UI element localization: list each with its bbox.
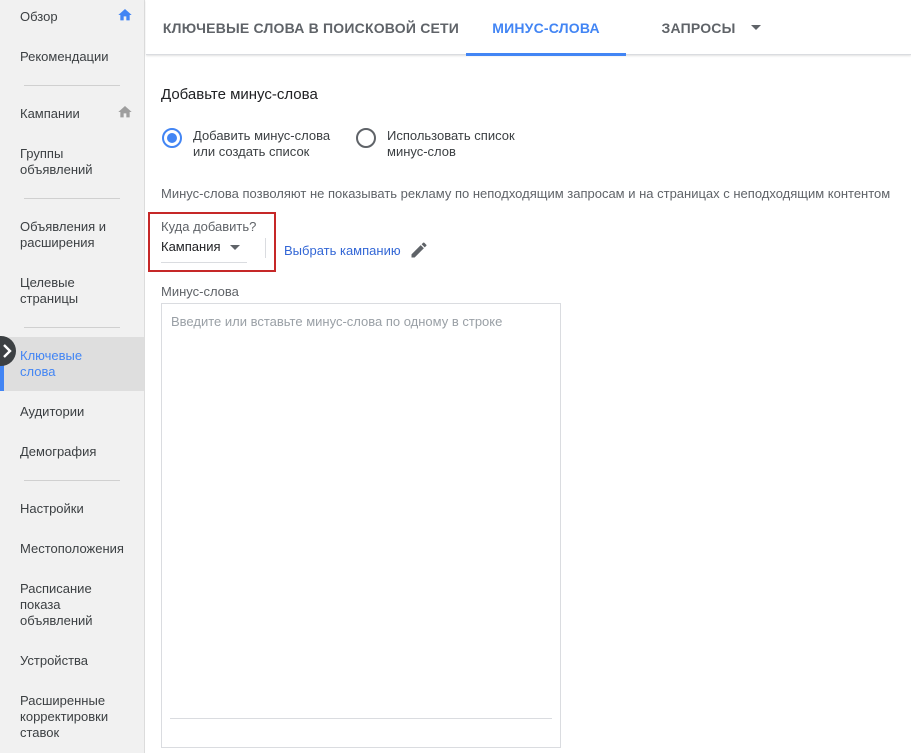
radio-label: Добавить минус-слова или создать список <box>193 128 331 159</box>
sidebar-divider <box>24 198 120 199</box>
sidebar-item-audiences[interactable]: Аудитории <box>0 404 144 420</box>
caret-down-icon <box>230 245 240 250</box>
sidebar-item-label: Расширенные корректировки ставок <box>20 693 109 740</box>
sidebar-item-settings[interactable]: Настройки <box>0 501 144 517</box>
tab-bar: КЛЮЧЕВЫЕ СЛОВА В ПОИСКОВОЙ СЕТИ МИНУС-СЛ… <box>146 0 911 56</box>
negative-keywords-hint: Минус-слова позволяют не показывать рекл… <box>161 186 891 201</box>
edit-pencil-icon[interactable] <box>409 240 429 260</box>
radio-label: Использовать список минус-слов <box>387 128 515 159</box>
sidebar-item-demographics[interactable]: Демография <box>0 444 144 460</box>
sidebar-item-label: Местоположения <box>20 541 124 556</box>
sidebar-item-label: Объявления и расширения <box>20 219 107 250</box>
divider <box>265 238 266 258</box>
sidebar-item-label: Настройки <box>20 501 84 516</box>
tab-label: ЗАПРОСЫ <box>661 19 736 36</box>
radio-use-negative-list[interactable]: Использовать список минус-слов <box>356 128 537 160</box>
radio-add-negative-keywords[interactable]: Добавить минус-слова или создать список <box>162 128 343 160</box>
where-to-add-select[interactable]: Кампания <box>161 239 247 263</box>
chevron-right-icon <box>3 344 12 358</box>
sidebar-item-overview[interactable]: Обзор <box>0 9 144 25</box>
radio-unchecked-icon <box>356 128 376 148</box>
sidebar-item-label: Ключевые слова <box>20 348 83 379</box>
sidebar-item-keywords[interactable]: Ключевые слова <box>0 337 144 391</box>
sidebar-item-label: Обзор <box>20 9 58 24</box>
page-title: Добавьте минус-слова <box>161 86 318 103</box>
tab-label: КЛЮЧЕВЫЕ СЛОВА В ПОИСКОВОЙ СЕТИ <box>162 19 460 36</box>
sidebar-item-recommendations[interactable]: Рекомендации <box>0 49 144 65</box>
home-icon <box>118 9 132 21</box>
sidebar-item-label: Аудитории <box>20 404 85 419</box>
sidebar: Обзор Рекомендации Кампании Группы объяв… <box>0 0 145 753</box>
sidebar-item-ad-groups[interactable]: Группы объявлений <box>0 146 120 178</box>
negative-keywords-label: Минус-слова <box>161 284 239 299</box>
sidebar-item-advanced-bid-adjustments[interactable]: Расширенные корректировки ставок <box>0 693 120 741</box>
sidebar-item-label: Целевые страницы <box>20 275 79 306</box>
sidebar-divider <box>24 480 120 481</box>
sidebar-item-label: Расписание показа объявлений <box>20 581 93 628</box>
sidebar-item-landing-pages[interactable]: Целевые страницы <box>0 275 110 307</box>
sidebar-item-label: Группы объявлений <box>20 146 93 177</box>
sidebar-item-label: Демография <box>20 444 97 459</box>
tab-negative-keywords[interactable]: МИНУС-СЛОВА <box>466 0 626 56</box>
radio-checked-icon <box>162 128 182 148</box>
caret-down-icon <box>750 25 761 30</box>
tab-search-keywords[interactable]: КЛЮЧЕВЫЕ СЛОВА В ПОИСКОВОЙ СЕТИ <box>156 0 466 55</box>
sidebar-item-label: Устройства <box>20 653 89 668</box>
choose-campaign-link[interactable]: Выбрать кампанию <box>284 243 401 258</box>
tab-label: МИНУС-СЛОВА <box>492 19 600 36</box>
sidebar-item-ad-schedule[interactable]: Расписание показа объявлений <box>0 581 110 629</box>
negative-keywords-input[interactable] <box>161 303 561 748</box>
sidebar-item-locations[interactable]: Местоположения <box>0 541 144 557</box>
sidebar-divider <box>24 327 120 328</box>
sidebar-item-label: Кампании <box>20 106 80 121</box>
sidebar-item-ads-extensions[interactable]: Объявления и расширения <box>0 219 130 251</box>
where-to-add-label: Куда добавить? <box>161 219 257 234</box>
input-underline <box>170 718 552 719</box>
sidebar-item-campaigns[interactable]: Кампании <box>0 106 144 122</box>
tab-search-terms[interactable]: ЗАПРОСЫ <box>646 0 776 55</box>
sidebar-item-label: Рекомендации <box>20 49 109 64</box>
sidebar-divider <box>24 85 120 86</box>
where-to-add-value: Кампания <box>161 239 221 254</box>
sidebar-item-devices[interactable]: Устройства <box>0 653 144 669</box>
home-icon <box>118 106 132 118</box>
